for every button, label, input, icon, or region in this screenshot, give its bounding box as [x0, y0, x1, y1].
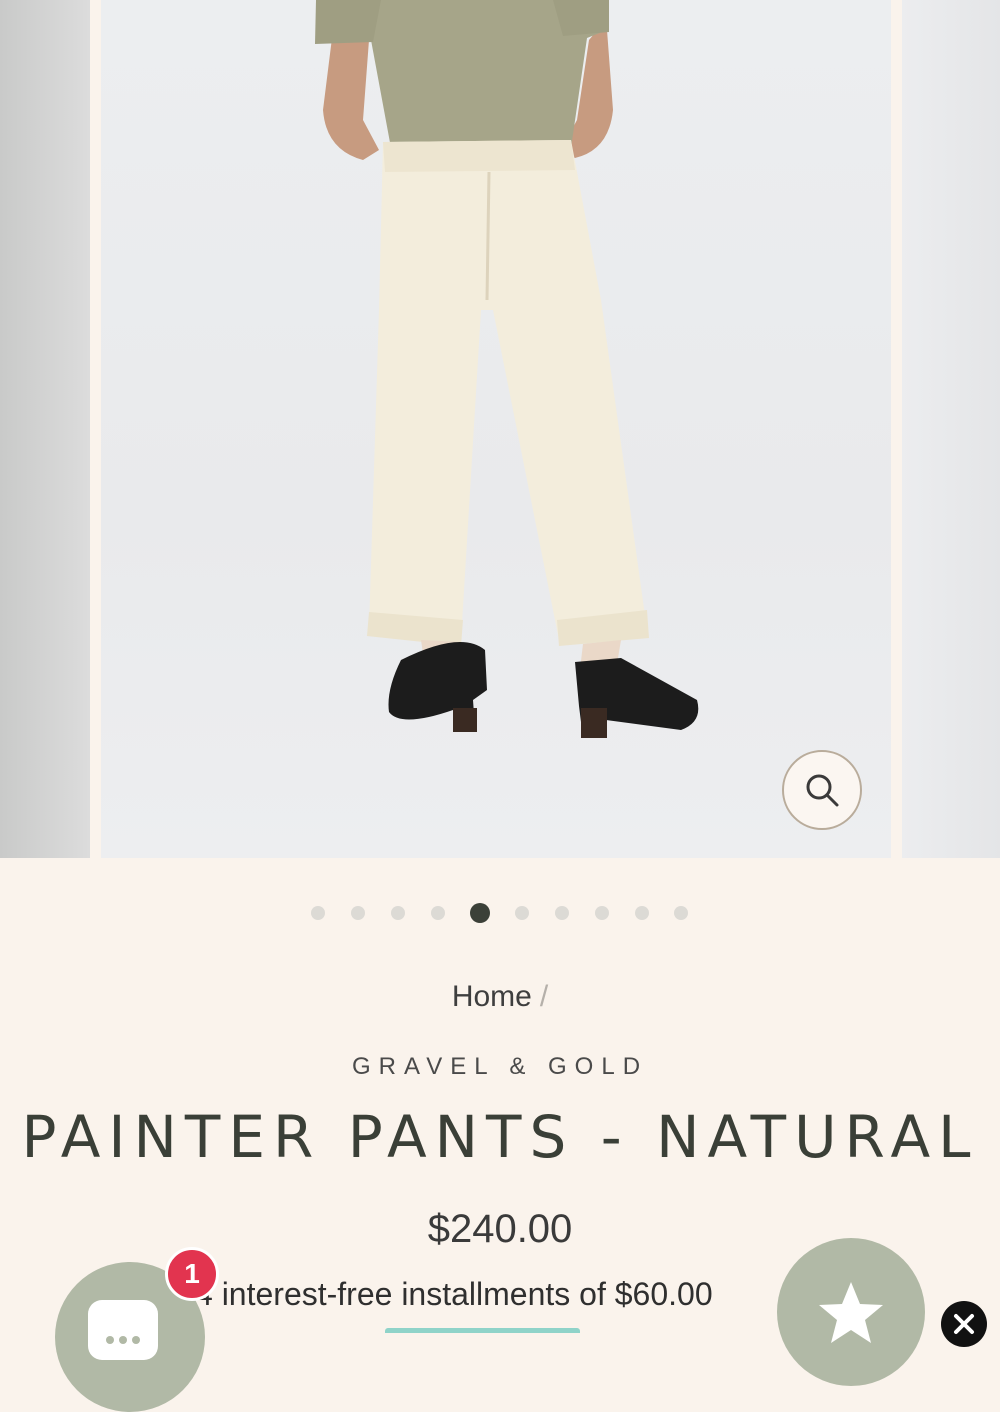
- star-icon: [819, 1282, 883, 1343]
- breadcrumb: Home /: [0, 980, 1000, 1014]
- pagination-dot[interactable]: [351, 906, 365, 920]
- installments-text: 4 interest-free installments of $60.00: [195, 1276, 713, 1312]
- product-image-gallery[interactable]: [0, 0, 1000, 858]
- product-image[interactable]: [101, 0, 891, 858]
- breadcrumb-home-link[interactable]: Home: [452, 980, 532, 1013]
- pagination-dot[interactable]: [311, 906, 325, 920]
- pagination-dot[interactable]: [674, 906, 688, 920]
- chat-icon: [88, 1300, 158, 1360]
- notification-badge: 1: [165, 1247, 219, 1301]
- product-photo-illustration: [315, 0, 699, 738]
- pagination-dot[interactable]: [635, 906, 649, 920]
- next-slide-peek[interactable]: [902, 0, 1000, 858]
- add-to-cart-button-edge[interactable]: [385, 1328, 580, 1333]
- pagination-dot[interactable]: [391, 906, 405, 920]
- rewards-launcher-button[interactable]: [777, 1238, 925, 1386]
- pagination-dot[interactable]: [515, 906, 529, 920]
- pagination-dot[interactable]: [555, 906, 569, 920]
- previous-slide-peek[interactable]: [0, 0, 90, 858]
- breadcrumb-separator: /: [539, 980, 549, 1013]
- pagination-dot[interactable]: [431, 906, 445, 920]
- product-vendor[interactable]: GRAVEL & GOLD: [0, 1053, 1000, 1081]
- close-icon: [954, 1314, 974, 1334]
- product-title: PAINTER PANTS - NATURAL: [21, 1103, 979, 1171]
- gallery-pagination: [0, 903, 1000, 923]
- pagination-dot-active[interactable]: [470, 903, 490, 923]
- search-icon: [806, 774, 839, 807]
- zoom-button[interactable]: [782, 750, 862, 830]
- pagination-dot[interactable]: [595, 906, 609, 920]
- close-button[interactable]: [941, 1301, 987, 1347]
